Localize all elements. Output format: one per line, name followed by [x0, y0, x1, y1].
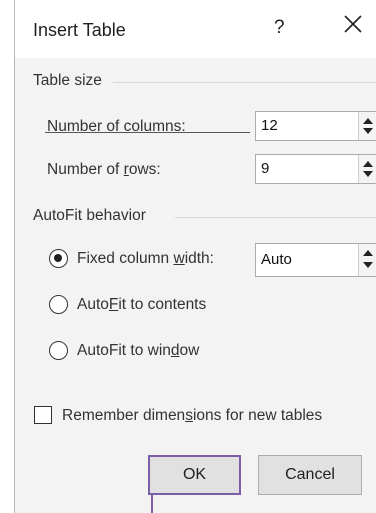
- autofit-window-radio[interactable]: [49, 341, 68, 360]
- columns-label-strike: [45, 132, 250, 133]
- fixed-width-spinner[interactable]: Auto: [255, 243, 376, 277]
- fixed-width-radio[interactable]: [49, 249, 68, 268]
- autofit-window-label[interactable]: AutoFit to window: [77, 342, 199, 360]
- focus-marker: [151, 495, 153, 513]
- radio-selected-dot: [54, 254, 62, 262]
- rows-spinner[interactable]: 9: [255, 154, 376, 184]
- title-bar: Insert Table ?: [15, 0, 376, 58]
- spin-down-icon[interactable]: [363, 171, 373, 177]
- columns-label: Number of columns:: [47, 118, 186, 135]
- table-size-group-label: Table size: [33, 72, 102, 89]
- fixed-width-label[interactable]: Fixed column width:: [77, 250, 214, 268]
- dialog-title: Insert Table: [33, 20, 126, 40]
- fixed-width-value[interactable]: Auto: [261, 251, 292, 268]
- spin-up-icon[interactable]: [363, 118, 373, 124]
- spin-up-icon[interactable]: [363, 161, 373, 167]
- remember-checkbox[interactable]: [34, 406, 52, 424]
- rows-label: Number of rows:: [47, 161, 161, 178]
- insert-table-dialog: Insert Table ? Table size Number of colu…: [15, 0, 376, 513]
- remember-label[interactable]: Remember dimensions for new tables: [62, 407, 322, 425]
- rows-value[interactable]: 9: [261, 160, 269, 177]
- spin-down-icon[interactable]: [363, 262, 373, 268]
- autofit-contents-label[interactable]: AutoFit to contents: [77, 296, 206, 314]
- cancel-button[interactable]: Cancel: [258, 455, 362, 495]
- group-divider: [175, 217, 376, 218]
- spin-down-icon[interactable]: [363, 128, 373, 134]
- columns-spinner[interactable]: 12: [255, 111, 376, 141]
- columns-value[interactable]: 12: [261, 117, 278, 134]
- help-button[interactable]: ?: [274, 17, 285, 39]
- spin-up-icon[interactable]: [363, 250, 373, 256]
- ok-button[interactable]: OK: [148, 455, 241, 495]
- autofit-contents-radio[interactable]: [49, 295, 68, 314]
- close-icon[interactable]: [342, 13, 364, 35]
- columns-spin-buttons[interactable]: [358, 112, 376, 140]
- autofit-group-label: AutoFit behavior: [33, 207, 146, 224]
- fixed-width-spin-buttons[interactable]: [358, 244, 376, 276]
- group-divider: [113, 82, 376, 83]
- rows-spin-buttons[interactable]: [358, 155, 376, 183]
